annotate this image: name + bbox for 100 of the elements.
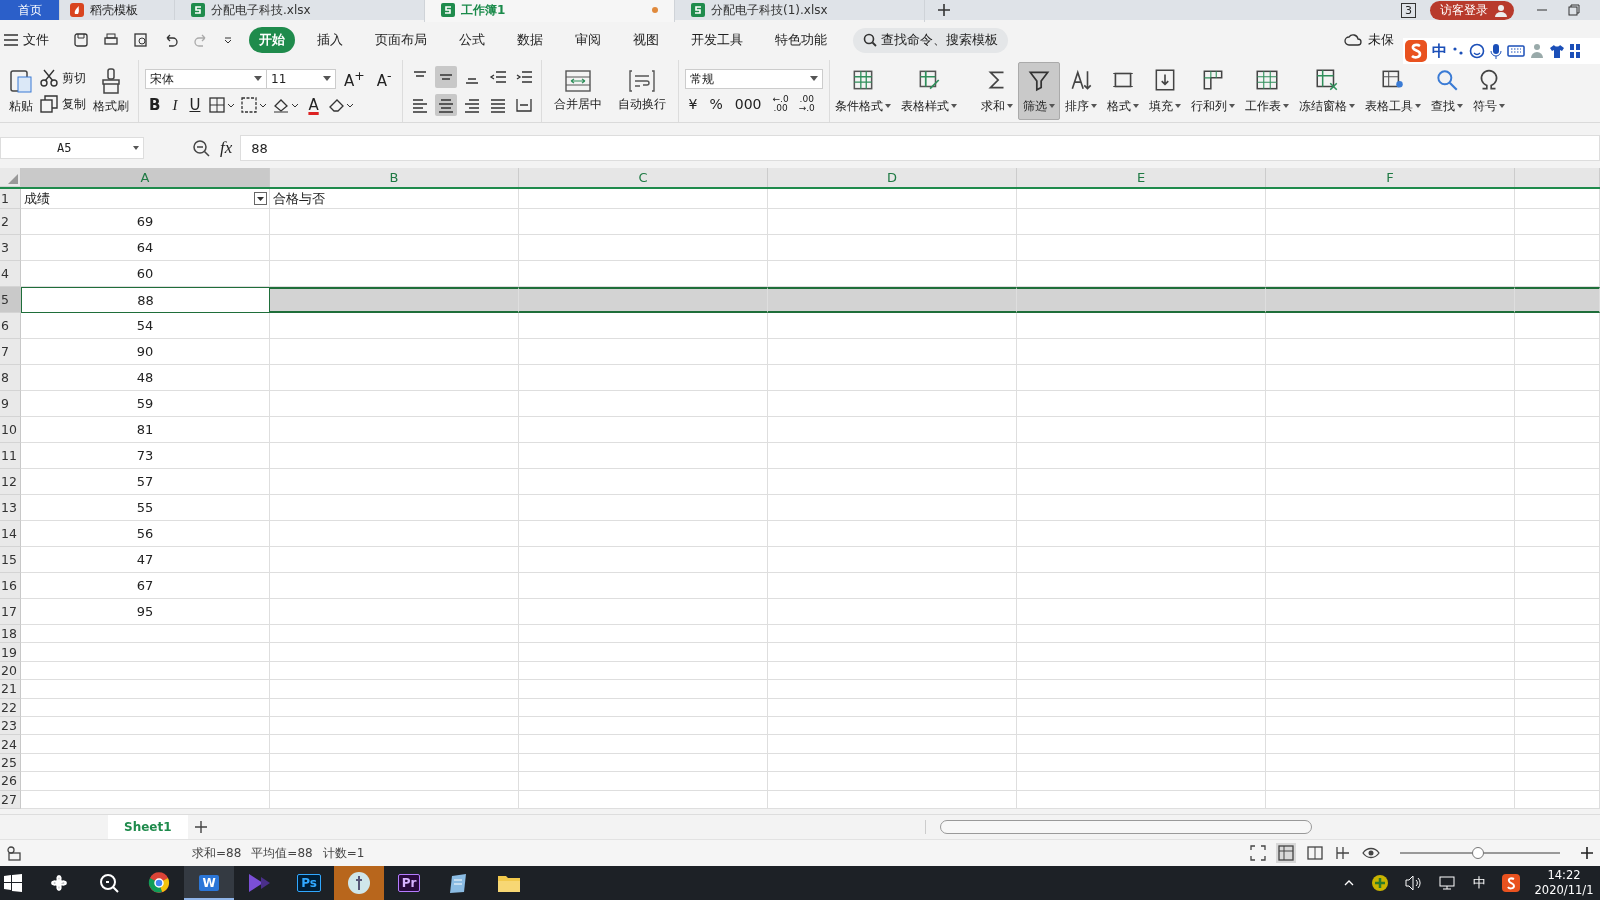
zoom-slider[interactable] bbox=[1400, 847, 1560, 859]
row-header[interactable]: 17 bbox=[0, 599, 21, 625]
taskbar-app[interactable]: Ps bbox=[284, 866, 334, 900]
row-header[interactable]: 8 bbox=[0, 365, 21, 391]
fill-color-icon[interactable] bbox=[273, 97, 300, 113]
microphone-icon[interactable] bbox=[1490, 43, 1502, 59]
column-header[interactable]: E bbox=[1017, 168, 1266, 187]
row-header[interactable]: 14 bbox=[0, 521, 21, 547]
volume-icon[interactable] bbox=[1405, 875, 1423, 891]
number-style-button[interactable]: % bbox=[705, 96, 727, 112]
command-search-field[interactable]: 查找命令、搜索模板 bbox=[853, 27, 1008, 53]
font-dropdown[interactable]: 宋体 bbox=[145, 69, 267, 89]
borders-icon[interactable] bbox=[209, 97, 236, 113]
emoji-icon[interactable] bbox=[1469, 43, 1485, 59]
function-label[interactable]: fx bbox=[220, 138, 233, 158]
ribbon-tab[interactable]: 开始 bbox=[249, 27, 295, 53]
row-header[interactable]: 18 bbox=[0, 625, 21, 644]
ribbon-tool-button[interactable]: 表格工具 bbox=[1359, 62, 1426, 120]
number-style-button[interactable]: ¥ bbox=[684, 96, 702, 112]
clock-time[interactable]: 14:22 bbox=[1547, 868, 1581, 883]
shirt-icon[interactable] bbox=[1549, 44, 1565, 58]
eraser-icon[interactable] bbox=[327, 97, 354, 113]
ribbon-tab[interactable]: 页面布局 bbox=[365, 27, 437, 53]
document-tab[interactable]: 分配电子科技(1).xlsx bbox=[675, 0, 925, 22]
row-header[interactable]: 12 bbox=[0, 469, 21, 495]
sogou-logo-icon[interactable] bbox=[1502, 874, 1520, 892]
row-header[interactable]: 11 bbox=[0, 443, 21, 469]
preview-icon[interactable] bbox=[133, 32, 149, 48]
ribbon-tab[interactable]: 特色功能 bbox=[765, 27, 837, 53]
row-header[interactable]: 5 bbox=[0, 287, 21, 313]
column-header[interactable]: F bbox=[1266, 168, 1515, 187]
vertical-align-icon[interactable] bbox=[434, 66, 457, 88]
row-header[interactable]: 4 bbox=[0, 261, 21, 287]
row-header[interactable]: 1 bbox=[0, 189, 21, 209]
font-style-button[interactable]: U bbox=[185, 96, 205, 114]
zoom-icon[interactable] bbox=[192, 139, 210, 157]
taskbar-app[interactable]: W bbox=[184, 866, 234, 900]
ribbon-tool-button[interactable]: 筛选 bbox=[1017, 62, 1060, 120]
number-format-dropdown[interactable]: 常规 bbox=[684, 69, 823, 89]
font-style-button[interactable]: B bbox=[145, 96, 165, 114]
ribbon-tab[interactable]: 公式 bbox=[449, 27, 495, 53]
document-tab[interactable]: 工作簿1 bbox=[425, 0, 675, 22]
taskbar-app[interactable]: Pr bbox=[384, 866, 434, 900]
ribbon-tool-button[interactable]: 行和列 bbox=[1185, 62, 1240, 120]
row-header[interactable]: 2 bbox=[0, 209, 21, 235]
decimal-button[interactable]: ←.0 .00 bbox=[769, 95, 792, 113]
merge-center-button[interactable]: 合并居中 bbox=[547, 67, 608, 115]
horizontal-align-icon[interactable] bbox=[434, 94, 457, 116]
caret-icon[interactable] bbox=[223, 35, 233, 45]
input-language[interactable]: 中 bbox=[1473, 874, 1486, 892]
formula-field[interactable]: 88 bbox=[240, 135, 1600, 161]
copy-button[interactable]: 复制 bbox=[40, 95, 86, 113]
decimal-button[interactable]: .00 →.0 bbox=[795, 95, 818, 113]
row-header[interactable]: 13 bbox=[0, 495, 21, 521]
ribbon-tool-button[interactable]: 格式 bbox=[1101, 62, 1144, 120]
row-header[interactable]: 10 bbox=[0, 417, 21, 443]
network-icon[interactable] bbox=[1439, 875, 1457, 891]
font-size-dropdown[interactable]: 11 bbox=[266, 69, 336, 89]
row-header[interactable]: 16 bbox=[0, 573, 21, 599]
sheet-tab[interactable]: Sheet1 bbox=[108, 815, 188, 839]
grid-icon[interactable] bbox=[1570, 44, 1580, 58]
add-sheet-icon[interactable] bbox=[193, 820, 208, 834]
row-header[interactable]: 3 bbox=[0, 235, 21, 261]
row-header[interactable]: 9 bbox=[0, 391, 21, 417]
cut-button[interactable]: 剪切 bbox=[40, 69, 86, 87]
slider-thumb[interactable] bbox=[1472, 847, 1484, 859]
restore-icon[interactable] bbox=[1568, 4, 1580, 16]
clock-date[interactable]: 2020/11/1 bbox=[1534, 883, 1594, 898]
ribbon-tab[interactable]: 视图 bbox=[623, 27, 669, 53]
ribbon-tool-button[interactable]: 表格样式 bbox=[895, 62, 962, 120]
row-header[interactable]: 7 bbox=[0, 339, 21, 365]
font-style-button[interactable]: I bbox=[168, 96, 182, 114]
macro-icon[interactable] bbox=[6, 845, 22, 861]
save-icon[interactable] bbox=[73, 32, 89, 48]
filter-dropdown-icon[interactable] bbox=[254, 192, 267, 205]
new-tab-icon[interactable] bbox=[937, 3, 951, 17]
security-icon[interactable] bbox=[1371, 874, 1389, 892]
ribbon-tab[interactable]: 插入 bbox=[307, 27, 353, 53]
zoom-in-icon[interactable] bbox=[1580, 846, 1594, 860]
file-menu[interactable]: 文件 bbox=[4, 31, 49, 49]
normal-view-icon[interactable] bbox=[1276, 843, 1296, 863]
ribbon-tool-button[interactable]: 查找 bbox=[1425, 62, 1468, 120]
row-header[interactable]: 26 bbox=[0, 772, 21, 791]
ribbon-tab[interactable]: 审阅 bbox=[565, 27, 611, 53]
document-tab[interactable]: 分配电子科技.xlsx bbox=[175, 0, 425, 22]
row-header[interactable]: 15 bbox=[0, 547, 21, 573]
scrollbar-thumb[interactable] bbox=[940, 820, 1312, 834]
ribbon-tab[interactable]: 数据 bbox=[507, 27, 553, 53]
ribbon-tab[interactable]: 开发工具 bbox=[681, 27, 753, 53]
decrease-font-button[interactable]: A$^{-}$ bbox=[372, 68, 396, 90]
ribbon-tool-button[interactable]: 工作表 bbox=[1239, 62, 1294, 120]
column-header[interactable]: C bbox=[519, 168, 768, 187]
window-count[interactable]: 3 bbox=[1401, 2, 1416, 18]
ribbon-tool-button[interactable]: 冻结窗格 bbox=[1293, 62, 1360, 120]
cloud-icon[interactable] bbox=[1344, 33, 1362, 47]
font-color-button[interactable]: A bbox=[304, 96, 323, 114]
row-header[interactable]: 6 bbox=[0, 313, 21, 339]
column-header[interactable]: D bbox=[768, 168, 1017, 187]
start-icon[interactable] bbox=[4, 874, 22, 892]
ribbon-tool-button[interactable]: 符号 bbox=[1467, 62, 1510, 120]
